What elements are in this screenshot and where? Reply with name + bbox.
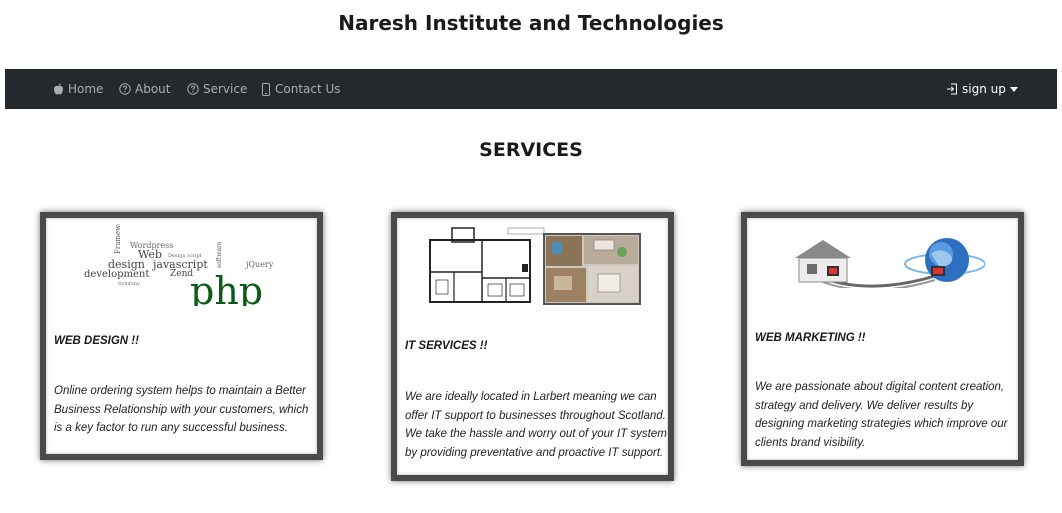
floor-plan-image <box>429 227 641 305</box>
nav-home[interactable]: Home <box>53 69 103 109</box>
nav-contact-label: Contact Us <box>275 82 341 96</box>
signup-label: sign up <box>962 82 1006 96</box>
site-title: Naresh Institute and Technologies <box>338 11 724 35</box>
php-word-cloud-image: Framework Wordpress Web Design script de… <box>84 224 274 306</box>
service-card-web-marketing: WEB MARKETING !! We are passionate about… <box>741 212 1024 466</box>
nav-home-label: Home <box>68 82 104 96</box>
nav-contact[interactable]: Contact Us <box>261 69 341 109</box>
card-heading: WEB DESIGN !! <box>54 335 139 347</box>
word-software: software <box>216 241 223 268</box>
nav-about-label: About <box>135 82 171 96</box>
word-jquery: jQuery <box>245 260 274 269</box>
caret-down-icon <box>1009 86 1018 92</box>
service-card-web-design: Framework Wordpress Web Design script de… <box>40 212 323 460</box>
word-symfony: Symfony <box>118 281 140 287</box>
word-php: php <box>190 269 263 306</box>
apple-icon <box>53 83 64 95</box>
word-framework: Framework <box>114 224 122 254</box>
card-heading: IT SERVICES !! <box>405 340 488 352</box>
card-text: We are passionate about digital content … <box>755 381 1008 449</box>
question-circle-icon <box>119 83 131 95</box>
nav-service[interactable]: Service <box>187 69 247 109</box>
question-circle-icon <box>187 83 199 95</box>
sign-in-icon <box>947 83 957 95</box>
navbar: Home About Service Contact Us sign up <box>5 69 1057 109</box>
card-text: We are ideally located in Larbert meanin… <box>405 391 667 459</box>
signup-dropdown[interactable]: sign up <box>946 69 1018 109</box>
card-text: Online ordering system helps to maintain… <box>54 385 309 434</box>
service-card-it-services: IT SERVICES !! We are ideally located in… <box>391 212 674 481</box>
nav-about[interactable]: About <box>119 69 170 109</box>
section-title: SERVICES <box>479 139 583 161</box>
word-development: development <box>84 269 149 280</box>
house-globe-network-image <box>795 238 985 288</box>
nav-service-label: Service <box>203 82 248 96</box>
phone-icon <box>262 82 270 96</box>
card-heading: WEB MARKETING !! <box>755 332 866 344</box>
